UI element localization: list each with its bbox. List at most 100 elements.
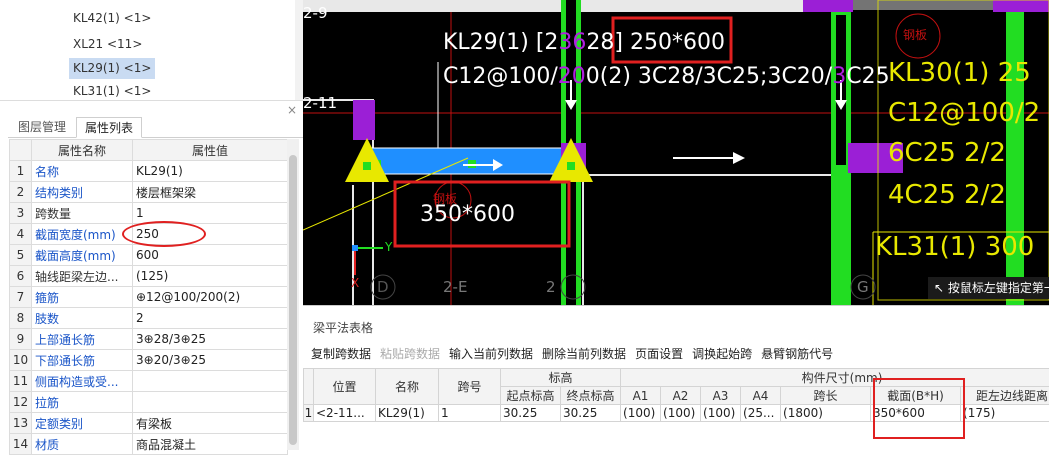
cell-a4[interactable]: (25...	[741, 405, 781, 422]
stamp-label: 钢板	[903, 26, 927, 43]
beam-label-part: KL29(1) [2	[443, 30, 558, 55]
property-value[interactable]: 2	[133, 308, 288, 329]
grip-handle	[567, 162, 575, 170]
property-value[interactable]: 有梁板	[133, 413, 288, 434]
tree-item-xl21[interactable]: XL21 <11>	[69, 34, 146, 55]
tab-property-list[interactable]: 属性列表	[76, 117, 142, 138]
property-index: 12	[10, 392, 32, 413]
property-row[interactable]: 7箍筋⊕12@100/200(2)	[10, 287, 288, 308]
paste-span-button[interactable]: 粘贴跨数据	[380, 345, 440, 362]
property-row[interactable]: 1名称KL29(1)	[10, 161, 288, 182]
col-elevation: 标高	[501, 369, 621, 387]
property-scrollbar-thumb[interactable]	[289, 155, 297, 445]
highlight-box-section-column	[873, 378, 965, 439]
property-value[interactable]: KL29(1)	[133, 161, 288, 182]
property-index: 11	[10, 371, 32, 392]
cell-span[interactable]: 1	[439, 405, 501, 422]
beam-label-part: 0(2) 3C28/3C25;3C20/	[586, 64, 832, 89]
property-row[interactable]: 5截面高度(mm)600	[10, 245, 288, 266]
panel-tabs: 图层管理 属性列表	[8, 117, 303, 138]
property-value[interactable]: 3⊕20/3⊕25	[133, 350, 288, 371]
property-value[interactable]: 600	[133, 245, 288, 266]
right-annotation: KL31(1) 300	[875, 232, 1034, 262]
property-name: 名称	[32, 161, 133, 182]
property-row[interactable]: 10下部通长筋3⊕20/3⊕25	[10, 350, 288, 371]
property-name: 材质	[32, 434, 133, 455]
tab-layer-management[interactable]: 图层管理	[10, 117, 74, 138]
column-purple	[353, 100, 375, 140]
beam-label-part-overlap: 3	[832, 64, 846, 89]
delete-column-button[interactable]: 删除当前列数据	[542, 345, 626, 362]
property-row[interactable]: 9上部通长筋3⊕28/3⊕25	[10, 329, 288, 350]
tree-scrollbar[interactable]	[295, 0, 303, 101]
property-index: 2	[10, 182, 32, 203]
property-value[interactable]	[133, 371, 288, 392]
property-index: 8	[10, 308, 32, 329]
property-name: 侧面构造或受...	[32, 371, 133, 392]
panel-close-icon[interactable]: ×	[287, 103, 297, 117]
property-row[interactable]: 8肢数2	[10, 308, 288, 329]
property-value[interactable]: (125)	[133, 266, 288, 287]
grid-bubble-label: 2	[546, 278, 556, 296]
prop-header-idx	[10, 140, 32, 161]
grid-bubble-label: 2-E	[443, 278, 467, 296]
beam-table-title: 梁平法表格	[313, 319, 373, 336]
cell-offset[interactable]: (175)	[961, 405, 1049, 422]
component-tree: KL42(1) <1> XL21 <11> KL29(1) <1> KL31(1…	[0, 0, 303, 101]
tree-item-kl42[interactable]: KL42(1) <1>	[69, 8, 155, 29]
property-name: 箍筋	[32, 287, 133, 308]
beam-size-label: 250*600	[630, 30, 725, 55]
cell-a2[interactable]: (100)	[661, 405, 701, 422]
ucs-x-label: X	[351, 276, 359, 290]
swap-start-span-button[interactable]: 调换起始跨	[692, 345, 752, 362]
axis-label-2-11: 2-11	[303, 94, 337, 112]
cad-drawing-canvas[interactable]: 2-9 2-11 KL29(1) [23628] 250*600 C12@100…	[303, 0, 1049, 305]
beam-label-part-overlap: 20	[558, 64, 586, 89]
property-name: 截面高度(mm)	[32, 245, 133, 266]
property-name: 截面宽度(mm)	[32, 224, 133, 245]
property-row[interactable]: 14材质商品混凝土	[10, 434, 288, 455]
tree-item-kl29[interactable]: KL29(1) <1>	[69, 58, 155, 79]
column-purple	[803, 0, 853, 12]
cell-elev-end[interactable]: 30.25	[561, 405, 621, 422]
property-row[interactable]: 3跨数量1	[10, 203, 288, 224]
property-row[interactable]: 13定额类别有梁板	[10, 413, 288, 434]
property-name: 上部通长筋	[32, 329, 133, 350]
property-value[interactable]: 商品混凝土	[133, 434, 288, 455]
cell-name[interactable]: KL29(1)	[376, 405, 439, 422]
input-column-button[interactable]: 输入当前列数据	[449, 345, 533, 362]
right-annotation: KL30(1) 25	[888, 58, 1031, 88]
property-index: 1	[10, 161, 32, 182]
cell-elev-start[interactable]: 30.25	[501, 405, 561, 422]
ucs-origin	[352, 245, 358, 251]
col-a4: A4	[741, 387, 781, 405]
property-row[interactable]: 12拉筋	[10, 392, 288, 413]
col-elev-start: 起点标高	[501, 387, 561, 405]
prop-header-value: 属性值	[133, 140, 288, 161]
col-elev-end: 终点标高	[561, 387, 621, 405]
col-a2: A2	[661, 387, 701, 405]
property-row[interactable]: 6轴线距梁左边...(125)	[10, 266, 288, 287]
cell-position[interactable]: <2-11...	[314, 405, 376, 422]
property-index: 9	[10, 329, 32, 350]
page-setup-button[interactable]: 页面设置	[635, 345, 683, 362]
property-value[interactable]: ⊕12@100/200(2)	[133, 287, 288, 308]
copy-span-button[interactable]: 复制跨数据	[311, 345, 371, 362]
col-position: 位置	[314, 369, 376, 405]
property-value[interactable]: 楼层框架梁	[133, 182, 288, 203]
property-value[interactable]: 3⊕28/3⊕25	[133, 329, 288, 350]
cell-span-length[interactable]: (1800)	[781, 405, 871, 422]
col-a3: A3	[701, 387, 741, 405]
cell-a1[interactable]: (100)	[621, 405, 661, 422]
property-value[interactable]	[133, 392, 288, 413]
section-size-label: 350*600	[420, 202, 515, 227]
property-row[interactable]: 11侧面构造或受...	[10, 371, 288, 392]
property-index: 14	[10, 434, 32, 455]
property-table: 属性名称 属性值 1名称KL29(1)2结构类别楼层框架梁3跨数量14截面宽度(…	[9, 139, 287, 455]
property-name: 跨数量	[32, 203, 133, 224]
tree-item-kl31[interactable]: KL31(1) <1>	[69, 81, 155, 101]
beam-label-line2: C12@100/200(2) 3C28/3C25;3C20/3C25	[443, 64, 890, 89]
property-row[interactable]: 2结构类别楼层框架梁	[10, 182, 288, 203]
cantilever-code-button[interactable]: 悬臂钢筋代号	[761, 345, 833, 362]
cell-a3[interactable]: (100)	[701, 405, 741, 422]
